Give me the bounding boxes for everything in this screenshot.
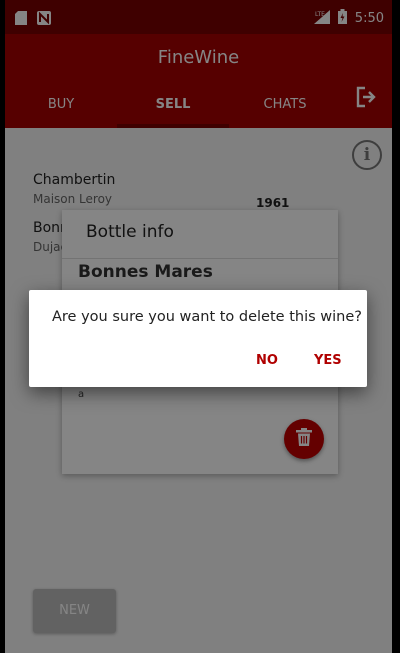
no-button[interactable]: NO: [256, 353, 278, 368]
yes-button[interactable]: YES: [314, 353, 342, 368]
delete-confirm-dialog: Are you sure you want to delete this win…: [29, 290, 367, 387]
confirm-message: Are you sure you want to delete this win…: [52, 309, 362, 325]
